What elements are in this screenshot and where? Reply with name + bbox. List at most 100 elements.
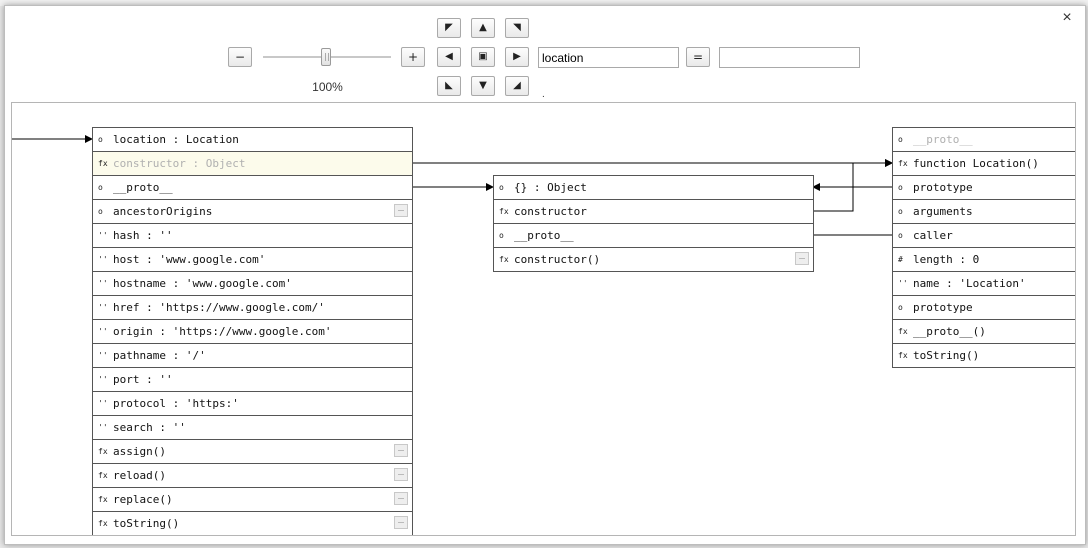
function-row[interactable]: o prototype	[893, 296, 1075, 320]
object-graph-canvas[interactable]: o location : Location fx constructor : Obje…	[11, 102, 1076, 536]
row-kind-icon: fx	[898, 327, 908, 336]
row-label: __proto__	[913, 133, 973, 146]
pan-up-left-button[interactable]: ◤	[437, 18, 461, 38]
row-kind-icon: fx	[499, 255, 509, 264]
function-row[interactable]: o arguments	[893, 200, 1075, 224]
expand-button[interactable]	[394, 516, 408, 529]
function-row[interactable]: fx toString()	[893, 344, 1075, 368]
row-kind-icon: ''	[98, 351, 108, 360]
location-row[interactable]: fx constructor : Object	[93, 152, 412, 176]
row-kind-icon: o	[98, 207, 103, 216]
row-label: search : ''	[113, 421, 186, 434]
function-row[interactable]: fx __proto__()	[893, 320, 1075, 344]
row-kind-icon: #	[898, 255, 903, 264]
object-prototype-panel: o{} : Object fx constructor o __proto__ fx con…	[493, 175, 814, 272]
expand-button[interactable]	[394, 468, 408, 481]
pan-right-button[interactable]: ▶	[505, 47, 529, 67]
row-label: __proto__	[113, 181, 173, 194]
object-row[interactable]: fx constructor	[494, 200, 813, 224]
row-label: constructor()	[514, 253, 601, 266]
function-row[interactable]: fx function Location()	[893, 152, 1075, 176]
expand-button[interactable]	[394, 204, 408, 217]
location-row[interactable]: '' host : 'www.google.com'	[93, 248, 412, 272]
row-kind-icon: o	[98, 183, 103, 192]
row-kind-icon: ''	[98, 255, 108, 264]
row-kind-icon: fx	[898, 159, 908, 168]
object-row[interactable]: fx constructor()	[494, 248, 813, 272]
row-kind-icon: ''	[98, 231, 108, 240]
row-label: prototype	[913, 181, 973, 194]
row-kind-icon: ''	[98, 399, 108, 408]
function-row[interactable]: o prototype	[893, 176, 1075, 200]
pan-up-button[interactable]: ▲	[471, 18, 495, 38]
row-kind-icon: o	[898, 183, 903, 192]
row-kind-icon: ''	[98, 279, 108, 288]
row-label: ancestorOrigins	[113, 205, 213, 218]
row-label: toString()	[913, 349, 980, 362]
object-row[interactable]: o __proto__	[494, 224, 813, 248]
row-kind-icon: o	[98, 135, 103, 144]
location-row[interactable]: fx replace()	[93, 488, 412, 512]
status-dot: .	[542, 89, 545, 100]
equals-button[interactable]: =	[686, 47, 710, 67]
row-kind-icon: o	[898, 207, 903, 216]
function-row[interactable]: o caller	[893, 224, 1075, 248]
pan-left-button[interactable]: ◀	[437, 47, 461, 67]
row-kind-icon: fx	[898, 351, 908, 360]
row-label: toString()	[113, 517, 180, 530]
zoom-out-button[interactable]: −	[228, 47, 252, 67]
pan-down-right-button[interactable]: ◢	[505, 76, 529, 96]
location-row[interactable]: '' port : ''	[93, 368, 412, 392]
expand-button[interactable]	[394, 444, 408, 457]
zoom-slider-handle[interactable]	[321, 48, 331, 66]
zoom-in-button[interactable]: +	[401, 47, 425, 67]
zoom-level: 100%	[312, 80, 343, 94]
object-row[interactable]: o {} : Object	[494, 176, 813, 200]
location-row[interactable]: fx reload()	[93, 464, 412, 488]
location-row[interactable]: o ancestorOrigins	[93, 200, 412, 224]
location-row[interactable]: o location : Location	[93, 128, 412, 152]
row-label: location : Location	[113, 133, 239, 146]
row-kind-icon: o	[898, 231, 903, 240]
row-label: hostname : 'www.google.com'	[113, 277, 292, 290]
row-kind-icon: ''	[898, 279, 908, 288]
location-row[interactable]: '' hash : ''	[93, 224, 412, 248]
location-row[interactable]: '' protocol : 'https:'	[93, 392, 412, 416]
function-row[interactable]: # length : 0	[893, 248, 1075, 272]
close-icon[interactable]: ×	[1058, 9, 1076, 27]
row-label: pathname : '/'	[113, 349, 206, 362]
location-row[interactable]: '' href : 'https://www.google.com/'	[93, 296, 412, 320]
location-row[interactable]: fx assign()	[93, 440, 412, 464]
location-row[interactable]: fx toString()	[93, 512, 412, 535]
location-row[interactable]: '' hostname : 'www.google.com'	[93, 272, 412, 296]
pan-center-button[interactable]: ▣	[471, 47, 495, 67]
pan-up-right-button[interactable]: ◥	[505, 18, 529, 38]
location-row[interactable]: '' search : ''	[93, 416, 412, 440]
row-kind-icon: ''	[98, 327, 108, 336]
expand-button[interactable]	[795, 252, 809, 265]
expand-button[interactable]	[394, 492, 408, 505]
function-row[interactable]: o __proto__	[893, 128, 1075, 152]
location-row[interactable]: '' origin : 'https://www.google.com'	[93, 320, 412, 344]
row-label: __proto__	[514, 229, 574, 242]
row-label: origin : 'https://www.google.com'	[113, 325, 332, 338]
pan-down-left-button[interactable]: ◣	[437, 76, 461, 96]
search-input[interactable]	[538, 47, 679, 68]
row-label: name : 'Location'	[913, 277, 1026, 290]
row-label: {} : Object	[514, 181, 587, 194]
location-row[interactable]: '' pathname : '/'	[93, 344, 412, 368]
row-label: __proto__()	[913, 325, 986, 338]
row-label: assign()	[113, 445, 166, 458]
pan-down-button[interactable]: ▼	[471, 76, 495, 96]
row-kind-icon: ''	[98, 375, 108, 384]
row-label: constructor	[514, 205, 587, 218]
row-label: hash : ''	[113, 229, 173, 242]
row-kind-icon: ''	[98, 303, 108, 312]
function-row[interactable]: '' name : 'Location'	[893, 272, 1075, 296]
result-field[interactable]	[719, 47, 860, 68]
location-function-panel: o __proto__ fx function Location() o prototyp…	[892, 127, 1075, 368]
row-label: host : 'www.google.com'	[113, 253, 266, 266]
location-row[interactable]: o __proto__	[93, 176, 412, 200]
row-kind-icon: fx	[98, 447, 108, 456]
row-label: prototype	[913, 301, 973, 314]
